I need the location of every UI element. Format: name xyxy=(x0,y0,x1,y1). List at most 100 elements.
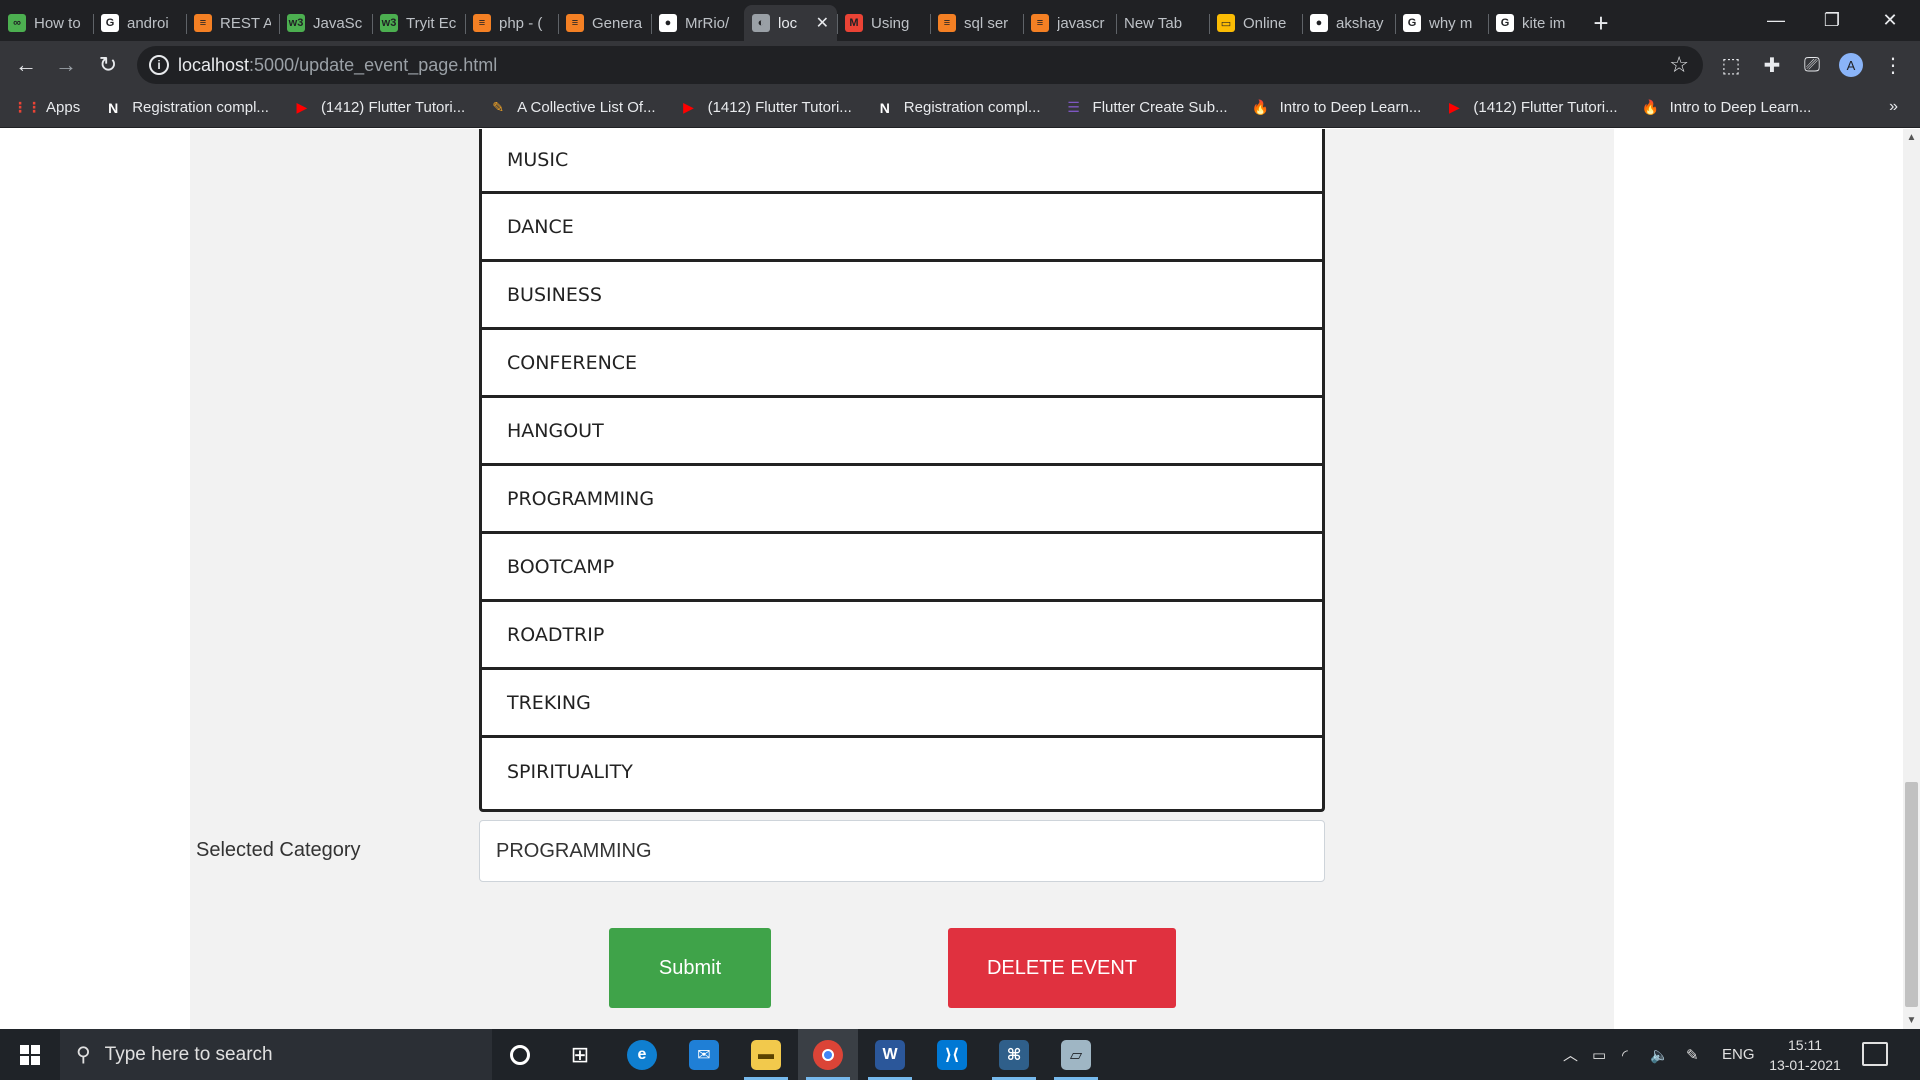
windows-logo-icon xyxy=(20,1044,40,1065)
page-scrollbar[interactable]: ▲ ▼ xyxy=(1903,129,1920,1029)
scroll-up-arrow-icon[interactable]: ▲ xyxy=(1903,129,1920,146)
browser-tab[interactable]: ≡ javascr xyxy=(1023,5,1116,41)
minimize-icon[interactable]: — xyxy=(1748,0,1804,40)
browser-tab[interactable]: Gandroi xyxy=(93,5,186,41)
site-info-icon[interactable]: i xyxy=(149,55,169,75)
forward-arrow-icon[interactable]: → xyxy=(50,49,82,81)
bookmark-star-icon[interactable]: ☆ xyxy=(1669,52,1689,78)
start-button[interactable] xyxy=(0,1029,60,1080)
bookmark-item[interactable]: N Registration compl... xyxy=(104,99,269,117)
browser-tab[interactable]: ● MrRio/ xyxy=(651,5,744,41)
browser-tab[interactable]: ◐ loc ✕ xyxy=(744,5,837,41)
bookmark-item[interactable]: 🔥 Intro to Deep Learn... xyxy=(1252,99,1421,117)
taskbar-search-box[interactable]: ⚲ Type here to search xyxy=(60,1029,492,1080)
bookmark-item[interactable]: ▶ (1412) Flutter Tutori... xyxy=(1445,99,1618,117)
browser-tab[interactable]: w3 Tryit Ec xyxy=(372,5,465,41)
menu-kebab-icon[interactable]: ⋮ xyxy=(1878,50,1908,80)
bookmark-item[interactable]: ☰ Flutter Create Sub... xyxy=(1065,99,1227,117)
browser-tab[interactable]: Gkite im xyxy=(1488,5,1581,41)
tab-label: Using xyxy=(871,14,910,32)
stackoverflow-icon: ≡ xyxy=(473,14,491,32)
bookmarks-overflow-icon[interactable]: » xyxy=(1889,98,1898,116)
category-option[interactable]: HANGOUT xyxy=(482,398,1322,466)
browser-tab[interactable]: ≡ sql ser xyxy=(930,5,1023,41)
url-host: localhost xyxy=(178,55,250,75)
extensions-puzzle-icon[interactable]: ✚ xyxy=(1757,50,1787,80)
address-bar[interactable]: i localhost:5000/update_event_page.html … xyxy=(137,46,1703,84)
selected-category-label: Selected Category xyxy=(196,839,361,861)
notes-app-icon[interactable]: ▱ xyxy=(1046,1029,1106,1080)
selected-category-field[interactable]: PROGRAMMING xyxy=(479,820,1325,882)
taskbar-clock[interactable]: 15:11 13-01-2021 xyxy=(1760,1035,1850,1075)
browser-tab[interactable]: ∞ How to xyxy=(0,5,93,41)
bolt-icon: ✎ xyxy=(492,99,505,115)
youtube-icon: ▶ xyxy=(683,99,694,115)
category-option[interactable]: CONFERENCE xyxy=(482,330,1322,398)
edge-icon[interactable]: e xyxy=(612,1029,672,1080)
browser-tab[interactable]: ● akshay xyxy=(1302,5,1395,41)
category-option[interactable]: BOOTCAMP xyxy=(482,534,1322,602)
globe-icon: ◐ xyxy=(752,14,770,32)
google-icon: G xyxy=(101,14,119,32)
flame-icon: 🔥 xyxy=(1641,99,1660,115)
scroll-thumb[interactable] xyxy=(1905,782,1918,1007)
category-option[interactable]: DANCE xyxy=(482,194,1322,262)
file-explorer-icon[interactable]: ▬ xyxy=(736,1029,796,1080)
category-option[interactable]: SPIRITUALITY xyxy=(482,738,1322,806)
browser-tab[interactable]: ▭ Online xyxy=(1209,5,1302,41)
delete-event-button[interactable]: DELETE EVENT xyxy=(948,928,1176,1008)
url-text[interactable]: localhost:5000/update_event_page.html xyxy=(178,55,497,76)
pen-icon[interactable]: ✎ xyxy=(1686,1029,1699,1080)
new-tab-button[interactable]: + xyxy=(1581,5,1621,41)
bookmark-item[interactable]: 🔥 Intro to Deep Learn... xyxy=(1641,99,1811,117)
browser-tab[interactable]: ≡ Genera xyxy=(558,5,651,41)
tray-overflow-icon[interactable]: ︿ xyxy=(1563,1029,1578,1080)
language-indicator[interactable]: ENG xyxy=(1722,1029,1755,1080)
cortana-icon[interactable] xyxy=(490,1029,550,1080)
back-arrow-icon[interactable]: ← xyxy=(10,49,42,81)
w3schools-icon: w3 xyxy=(287,14,305,32)
notification-center-icon[interactable] xyxy=(1862,1042,1888,1066)
bookmark-item[interactable]: ⋮⋮ Apps xyxy=(13,99,80,117)
bookmark-item[interactable]: ▶ (1412) Flutter Tutori... xyxy=(680,99,852,117)
profile-avatar[interactable]: A xyxy=(1839,53,1863,77)
restore-icon[interactable]: ❐ xyxy=(1804,0,1860,40)
browser-tab[interactable]: ≡ php - ( xyxy=(465,5,558,41)
tab-label: JavaSc xyxy=(313,14,363,32)
battery-icon[interactable]: ▭ xyxy=(1592,1029,1606,1080)
network-icon[interactable]: ◜ xyxy=(1622,1029,1628,1080)
browser-tab[interactable]: ≡ REST A xyxy=(186,5,279,41)
browser-tab[interactable]: New Tab xyxy=(1116,5,1209,41)
browser-tab[interactable]: w3 JavaSc xyxy=(279,5,372,41)
chrome-icon[interactable] xyxy=(798,1029,858,1080)
volume-icon[interactable]: 🔈 xyxy=(1650,1029,1669,1080)
bookmark-item[interactable]: ✎ A Collective List Of... xyxy=(489,99,655,117)
bookmark-label: (1412) Flutter Tutori... xyxy=(707,99,852,116)
pgadmin-icon[interactable]: ⌘ xyxy=(984,1029,1044,1080)
cast-icon[interactable]: ⎚ xyxy=(1797,50,1827,80)
category-option[interactable]: MUSIC xyxy=(482,129,1322,194)
submit-button[interactable]: Submit xyxy=(609,928,771,1008)
task-view-icon[interactable]: ⊞ xyxy=(550,1029,610,1080)
reload-icon[interactable]: ↻ xyxy=(92,49,124,81)
close-tab-icon[interactable]: ✕ xyxy=(816,13,829,33)
bookmark-item[interactable]: N Registration compl... xyxy=(876,99,1041,117)
tab-label: androi xyxy=(127,14,169,32)
word-icon[interactable]: W xyxy=(860,1029,920,1080)
category-option[interactable]: TREKING xyxy=(482,670,1322,738)
close-window-icon[interactable]: ✕ xyxy=(1862,0,1918,40)
scroll-down-arrow-icon[interactable]: ▼ xyxy=(1903,1012,1920,1029)
github-icon: ● xyxy=(1310,14,1328,32)
bookmark-item[interactable]: ▶ (1412) Flutter Tutori... xyxy=(293,99,466,117)
browser-tab[interactable]: Gwhy m xyxy=(1395,5,1488,41)
mail-icon[interactable]: ✉ xyxy=(674,1029,734,1080)
tab-label: REST A xyxy=(220,14,271,32)
category-option[interactable]: ROADTRIP xyxy=(482,602,1322,670)
browser-tab[interactable]: M Using xyxy=(837,5,930,41)
screenshot-extension-icon[interactable]: ⬚ xyxy=(1716,50,1746,80)
vscode-icon[interactable]: ⟩⟨ xyxy=(922,1029,982,1080)
category-option[interactable]: PROGRAMMING xyxy=(482,466,1322,534)
notion-icon: N xyxy=(108,99,119,116)
category-option[interactable]: BUSINESS xyxy=(482,262,1322,330)
category-list[interactable]: MUSIC DANCE BUSINESS CONFERENCE HANGOUT PROGR… xyxy=(479,129,1325,812)
